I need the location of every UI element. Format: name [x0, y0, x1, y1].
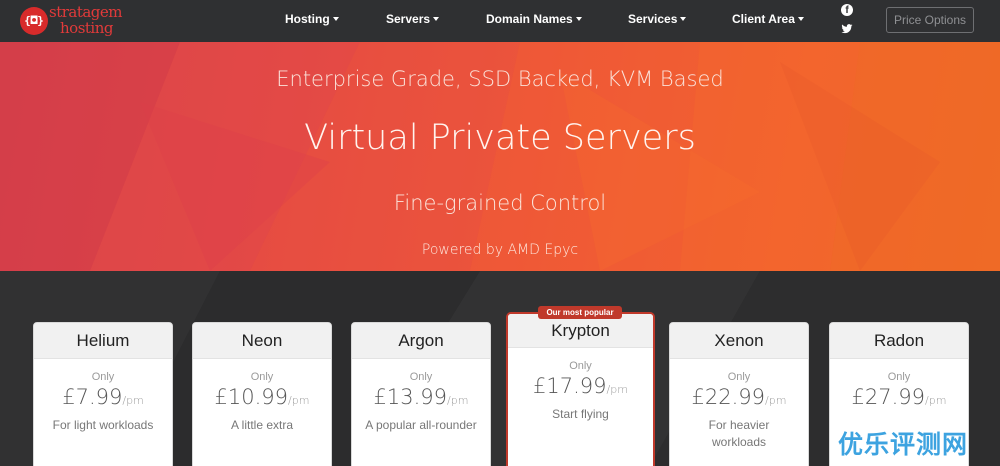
- plan-price-amount: £27.99: [851, 385, 926, 409]
- plan-name: Argon: [352, 323, 490, 359]
- nav-services-dropdown[interactable]: Services: [628, 12, 687, 26]
- plan-description: A little extra: [230, 418, 294, 432]
- plan-price-period: /pm: [447, 394, 469, 407]
- plan-only-label: Only: [887, 371, 911, 383]
- nav-hosting-dropdown[interactable]: Hosting: [285, 12, 339, 26]
- plan-only-label: Only: [409, 371, 433, 383]
- plan-card-krypton[interactable]: Krypton Only £17.99/pm Start flying: [507, 313, 654, 466]
- nav-servers-label: Servers: [386, 12, 431, 26]
- chevron-down-icon: [575, 17, 582, 21]
- chevron-down-icon: [433, 17, 440, 21]
- plan-price: £7.99/pm: [34, 385, 172, 409]
- plan-card-argon[interactable]: Argon Only £13.99/pm A popular all-round…: [351, 322, 491, 466]
- logo-text-line2: hosting: [60, 19, 113, 37]
- nav-services-label: Services: [628, 12, 678, 26]
- nav-client-area-dropdown[interactable]: Client Area: [732, 12, 804, 26]
- nav-domain-names-label: Domain Names: [486, 12, 573, 26]
- hero-banner: Enterprise Grade, SSD Backed, KVM Based …: [0, 42, 1000, 271]
- plan-price-amount: £22.99: [691, 385, 766, 409]
- plan-price-period: /pm: [122, 394, 144, 407]
- plan-card-neon[interactable]: Neon Only £10.99/pm A little extra: [192, 322, 332, 466]
- plan-name: Xenon: [670, 323, 808, 359]
- plan-only-label: Only: [91, 371, 115, 383]
- plan-price-amount: £13.99: [373, 385, 448, 409]
- plan-price: £27.99/pm: [830, 385, 968, 409]
- nav-servers-dropdown[interactable]: Servers: [386, 12, 440, 26]
- plan-price-amount: £7.99: [62, 385, 123, 409]
- plan-only-label: Only: [569, 360, 592, 372]
- most-popular-badge: Our most popular: [538, 306, 622, 319]
- plan-price: £22.99/pm: [670, 385, 808, 409]
- plan-description: For heavier workloads: [708, 418, 770, 449]
- plan-name: Helium: [34, 323, 172, 359]
- plan-price-period: /pm: [606, 383, 628, 396]
- chevron-down-icon: [332, 17, 339, 21]
- plan-card-xenon[interactable]: Xenon Only £22.99/pm For heavier workloa…: [669, 322, 809, 466]
- facebook-icon[interactable]: f: [841, 4, 853, 16]
- plan-only-label: Only: [727, 371, 751, 383]
- hero-subtitle: Fine-grained Control: [393, 191, 607, 215]
- hero-powered-by: Powered by AMD Epyc: [421, 242, 579, 258]
- hero-title: Virtual Private Servers: [304, 118, 696, 158]
- price-options-button[interactable]: Price Options: [886, 7, 974, 33]
- logo-text-line1: stratagem: [49, 3, 123, 21]
- brand-logo[interactable]: {◘} stratagem hosting: [20, 4, 130, 38]
- plan-price: £10.99/pm: [193, 385, 331, 409]
- nav-domain-names-dropdown[interactable]: Domain Names: [486, 12, 582, 26]
- plan-price: £13.99/pm: [352, 385, 490, 409]
- nav-hosting-label: Hosting: [285, 12, 330, 26]
- plan-price-period: /pm: [925, 394, 947, 407]
- plan-only-label: Only: [250, 371, 274, 383]
- plan-name: Krypton: [508, 314, 653, 348]
- plan-price-amount: £17.99: [533, 374, 607, 398]
- nav-client-area-label: Client Area: [732, 12, 795, 26]
- plan-price-period: /pm: [765, 394, 787, 407]
- plan-description: A popular all-rounder: [365, 418, 477, 432]
- hero-tagline: Enterprise Grade, SSD Backed, KVM Based: [276, 67, 724, 91]
- plan-name: Radon: [830, 323, 968, 359]
- chevron-down-icon: [680, 17, 687, 21]
- twitter-icon[interactable]: [841, 23, 853, 35]
- plan-price-amount: £10.99: [214, 385, 289, 409]
- plan-description: Start flying: [552, 407, 609, 421]
- site-watermark: 优乐评测网: [838, 430, 969, 459]
- chevron-down-icon: [797, 17, 804, 21]
- plan-price-period: /pm: [288, 394, 310, 407]
- logo-mark-icon: {◘}: [20, 7, 48, 35]
- plan-name: Neon: [193, 323, 331, 359]
- plan-description: For light workloads: [52, 418, 154, 432]
- top-navbar: {◘} stratagem hosting Hosting Servers Do…: [0, 0, 1000, 42]
- plan-card-helium[interactable]: Helium Only £7.99/pm For light workloads: [33, 322, 173, 466]
- plan-price: £17.99/pm: [508, 374, 653, 398]
